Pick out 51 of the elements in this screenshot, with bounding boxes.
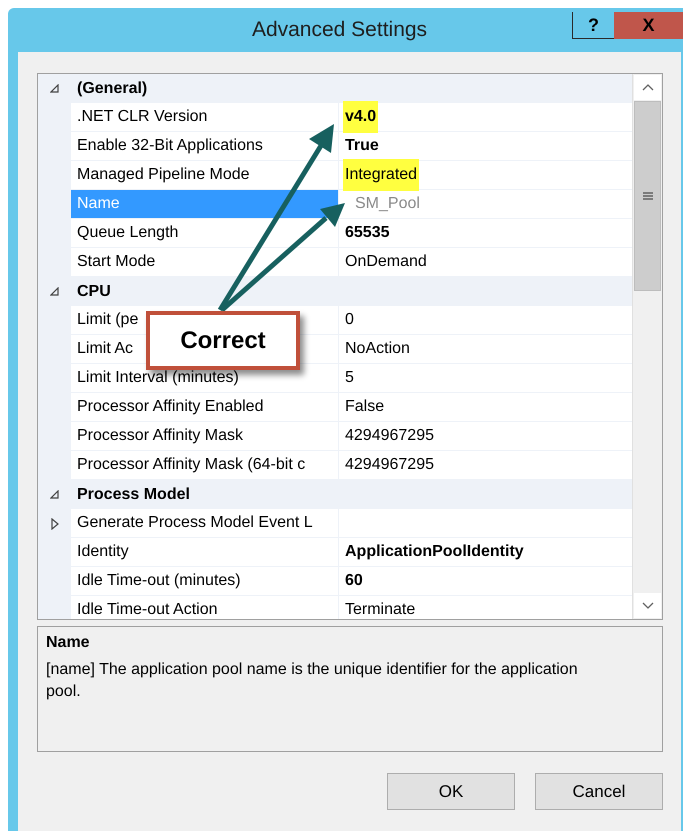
property-name[interactable]: Limit Ac xyxy=(77,337,134,361)
property-name[interactable]: .NET CLR Version xyxy=(77,105,208,129)
property-name[interactable]: Generate Process Model Event L xyxy=(77,511,313,535)
property-value[interactable]: 4294967295 xyxy=(343,420,436,452)
description-text: [name] The application pool name is the unique identifier for the application pool. xyxy=(46,660,579,702)
property-name[interactable]: Limit (pe xyxy=(77,308,138,332)
property-value[interactable]: False xyxy=(343,391,386,423)
expanded-triangle-icon[interactable] xyxy=(50,490,59,499)
scrollbar[interactable] xyxy=(632,74,662,619)
property-value[interactable]: ApplicationPoolIdentity xyxy=(343,536,526,568)
property-value[interactable]: v4.0 xyxy=(343,101,378,133)
scroll-down-button[interactable] xyxy=(634,593,661,618)
property-name[interactable]: Identity xyxy=(77,540,129,564)
property-value[interactable]: 65535 xyxy=(343,217,392,249)
property-name[interactable]: Idle Time-out (minutes) xyxy=(77,569,241,593)
property-name[interactable]: Start Mode xyxy=(77,250,156,274)
callout-tooltip: Correct xyxy=(146,311,300,370)
property-value[interactable]: 0 xyxy=(343,304,356,336)
grip-icon xyxy=(642,192,653,200)
property-value[interactable]: True xyxy=(343,130,381,162)
help-button[interactable]: ? xyxy=(572,12,614,39)
property-name[interactable]: Processor Affinity Mask xyxy=(77,424,243,448)
property-name[interactable]: Enable 32-Bit Applications xyxy=(77,134,263,158)
collapsed-triangle-icon[interactable] xyxy=(50,518,58,530)
expanded-triangle-icon[interactable] xyxy=(50,287,59,296)
chevron-up-icon xyxy=(642,84,654,91)
cancel-button[interactable]: Cancel xyxy=(535,773,663,810)
property-value[interactable]: OnDemand xyxy=(343,246,429,278)
section-header[interactable]: Process Model xyxy=(71,482,190,506)
scroll-thumb[interactable] xyxy=(634,101,661,291)
property-name[interactable]: Processor Affinity Enabled xyxy=(77,395,264,419)
property-value[interactable]: 5 xyxy=(343,362,356,394)
value-cell[interactable] xyxy=(338,509,632,538)
section-header[interactable]: CPU xyxy=(71,280,111,304)
property-value[interactable]: 4294967295 xyxy=(343,449,436,481)
property-value[interactable]: NoAction xyxy=(343,333,412,365)
chevron-down-icon xyxy=(642,602,654,609)
property-name[interactable]: Idle Time-out Action xyxy=(77,598,218,619)
property-value[interactable]: Integrated xyxy=(343,159,420,191)
property-value[interactable]: Terminate xyxy=(343,594,418,619)
property-name[interactable]: Managed Pipeline Mode xyxy=(77,163,250,187)
expanded-triangle-icon[interactable] xyxy=(50,84,59,93)
ok-button[interactable]: OK xyxy=(387,773,515,810)
window-title: Advanced Settings xyxy=(252,17,428,44)
scroll-up-button[interactable] xyxy=(634,75,661,100)
description-title: Name xyxy=(46,633,91,653)
property-name[interactable]: Processor Affinity Mask (64-bit c xyxy=(77,453,306,477)
property-name[interactable]: Queue Length xyxy=(77,221,178,245)
close-button[interactable]: X xyxy=(614,12,683,39)
property-value[interactable]: 60 xyxy=(343,565,365,597)
section-header[interactable]: (General) xyxy=(71,76,148,100)
